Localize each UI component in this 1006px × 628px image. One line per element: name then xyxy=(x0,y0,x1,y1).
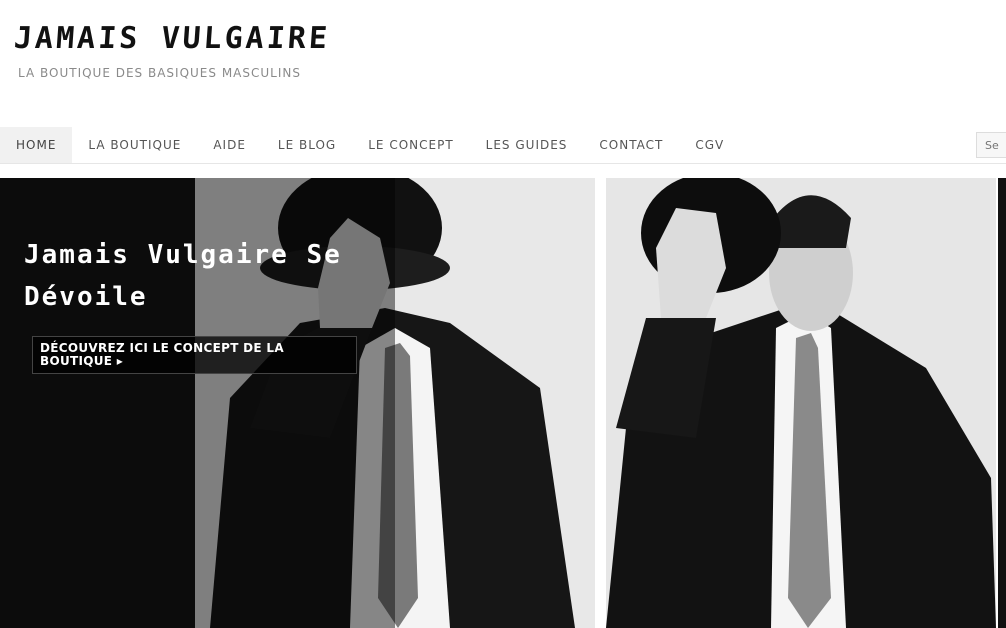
nav-item-le-concept[interactable]: LE CONCEPT xyxy=(352,127,469,163)
slide-caption-title: Jamais Vulgaire Se Dévoile xyxy=(24,240,342,312)
nav-item-la-boutique[interactable]: LA BOUTIQUE xyxy=(72,127,197,163)
site-title[interactable]: JAMAIS VULGAIRE xyxy=(13,21,331,56)
slider-slide-2[interactable] xyxy=(606,178,996,628)
discover-concept-button[interactable]: DÉCOUVREZ ICI LE CONCEPT DE LA BOUTIQUE … xyxy=(32,336,357,374)
search-input[interactable] xyxy=(976,132,1006,158)
nav-list: HOME LA BOUTIQUE AIDE LE BLOG LE CONCEPT… xyxy=(0,127,1006,163)
nav-item-contact[interactable]: CONTACT xyxy=(583,127,679,163)
hero-photo-2 xyxy=(606,178,996,628)
site-tagline: LA BOUTIQUE DES BASIQUES MASCULINS xyxy=(18,66,301,80)
nav-item-les-guides[interactable]: LES GUIDES xyxy=(470,127,584,163)
main-navigation: HOME LA BOUTIQUE AIDE LE BLOG LE CONCEPT… xyxy=(0,127,1006,164)
logo[interactable]: JAMAIS VULGAIRE LA BOUTIQUE DES BASIQUES… xyxy=(13,21,331,80)
nav-item-cgv[interactable]: CGV xyxy=(679,127,740,163)
nav-item-le-blog[interactable]: LE BLOG xyxy=(262,127,352,163)
nav-item-aide[interactable]: AIDE xyxy=(197,127,262,163)
nav-item-home[interactable]: HOME xyxy=(0,127,73,163)
slider-slide-3[interactable] xyxy=(998,178,1006,628)
slider-slide-1[interactable]: Jamais Vulgaire Se Dévoile DÉCOUVREZ ICI… xyxy=(0,178,595,628)
